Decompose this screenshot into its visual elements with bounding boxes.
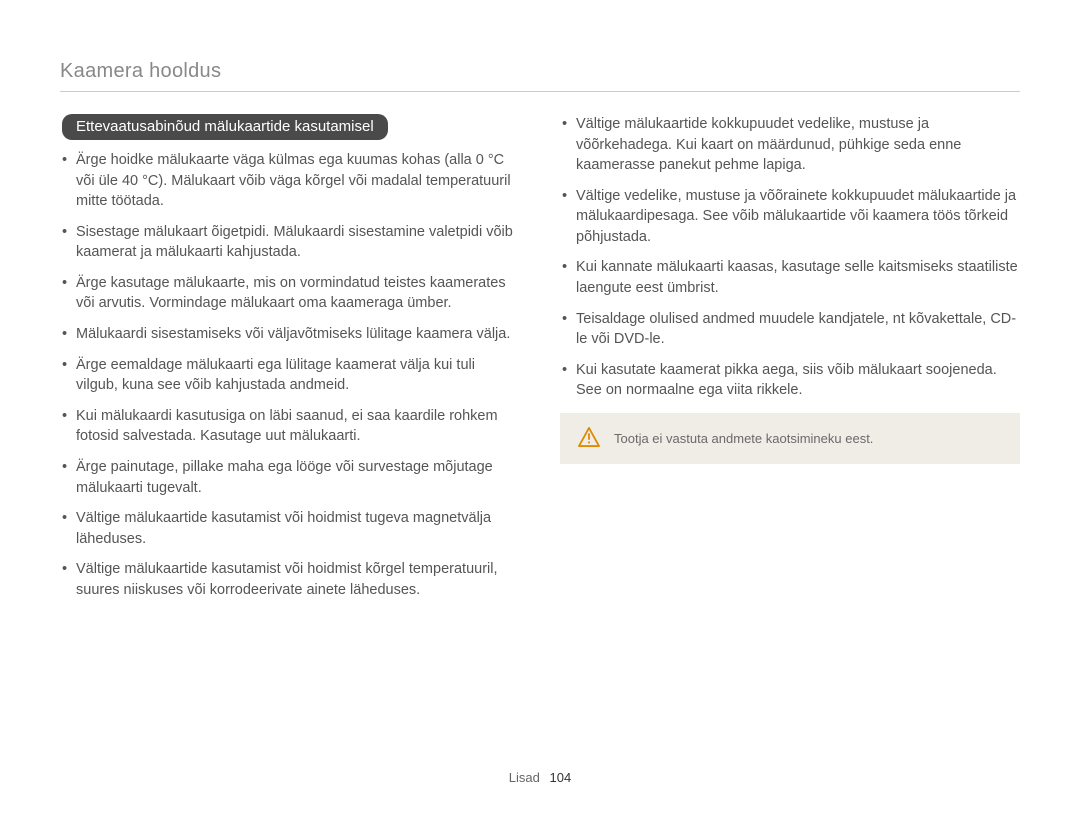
list-item: Vältige mälukaartide kokkupuudet vedelik… (560, 114, 1020, 176)
list-item: Sisestage mälukaart õigetpidi. Mälukaard… (60, 222, 520, 263)
list-item: Kui kasutate kaamerat pikka aega, siis v… (560, 360, 1020, 401)
right-column: Vältige mälukaartide kokkupuudet vedelik… (560, 114, 1020, 760)
list-item: Vältige mälukaartide kasutamist või hoid… (60, 559, 520, 600)
list-item: Ärge eemaldage mälukaarti ega lülitage k… (60, 355, 520, 396)
content-columns: Ettevaatusabinõud mälukaartide kasutamis… (60, 114, 1020, 760)
list-item: Kui mälukaardi kasutusiga on läbi saanud… (60, 406, 520, 447)
page-footer: Lisad 104 (60, 760, 1020, 785)
list-item: Kui kannate mälukaarti kaasas, kasutage … (560, 257, 1020, 298)
page-title: Kaamera hooldus (60, 60, 1020, 83)
list-item: Vältige mälukaartide kasutamist või hoid… (60, 508, 520, 549)
left-column: Ettevaatusabinõud mälukaartide kasutamis… (60, 114, 520, 760)
footer-section: Lisad (509, 770, 540, 785)
list-item: Ärge hoidke mälukaarte väga külmas ega k… (60, 150, 520, 212)
header-rule (60, 91, 1020, 92)
list-item: Teisaldage olulised andmed muudele kandj… (560, 309, 1020, 350)
warning-icon (578, 427, 600, 450)
list-item: Mälukaardi sisestamiseks või väljavõtmis… (60, 324, 520, 345)
list-item: Vältige vedelike, mustuse ja võõrainete … (560, 186, 1020, 248)
warning-text: Tootja ei vastuta andmete kaotsimineku e… (614, 431, 873, 446)
list-item: Ärge kasutage mälukaarte, mis on vormind… (60, 273, 520, 314)
warning-note: Tootja ei vastuta andmete kaotsimineku e… (560, 413, 1020, 464)
manual-page: Kaamera hooldus Ettevaatusabinõud mäluka… (0, 0, 1080, 815)
left-list: Ärge hoidke mälukaarte väga külmas ega k… (60, 150, 520, 600)
right-list: Vältige mälukaartide kokkupuudet vedelik… (560, 114, 1020, 401)
list-item: Ärge painutage, pillake maha ega lööge v… (60, 457, 520, 498)
section-heading: Ettevaatusabinõud mälukaartide kasutamis… (62, 114, 388, 140)
page-number: 104 (550, 770, 572, 785)
